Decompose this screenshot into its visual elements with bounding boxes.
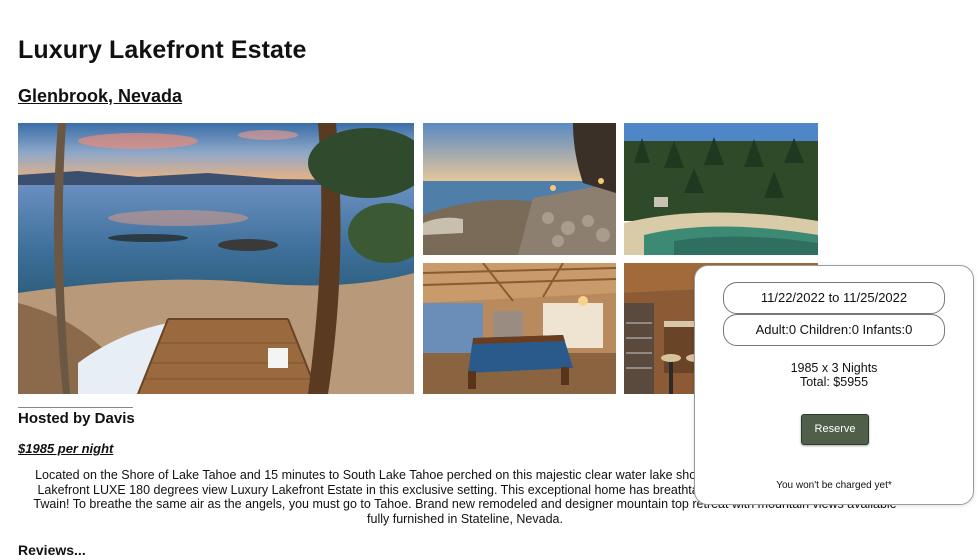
section-divider — [18, 407, 133, 408]
photo-aerial[interactable] — [624, 123, 818, 255]
booking-panel: 11/22/2022 to 11/25/2022 Adult:0 Childre… — [694, 265, 974, 505]
listing-location: Glenbrook, Nevada — [18, 86, 183, 106]
total-price: Total: $5955 — [799, 375, 869, 389]
price-per-night: $1985 per night — [18, 441, 114, 456]
photo-main[interactable] — [18, 123, 414, 394]
photo-lakeshore[interactable] — [423, 123, 616, 255]
guests-field[interactable]: Adult:0 Children:0 Infants:0 — [723, 314, 945, 346]
charge-note: You won't be charged yet* — [776, 480, 892, 491]
reserve-button[interactable]: Reserve — [801, 414, 869, 445]
nights-calculation: 1985 x 3 Nights — [790, 361, 878, 375]
host-name: Hosted by Davis — [18, 410, 135, 427]
date-range-field[interactable]: 11/22/2022 to 11/25/2022 — [723, 282, 945, 314]
photo-living-room[interactable] — [423, 263, 616, 394]
reviews-heading: Reviews... — [18, 542, 86, 558]
listing-title: Luxury Lakefront Estate — [18, 36, 307, 64]
